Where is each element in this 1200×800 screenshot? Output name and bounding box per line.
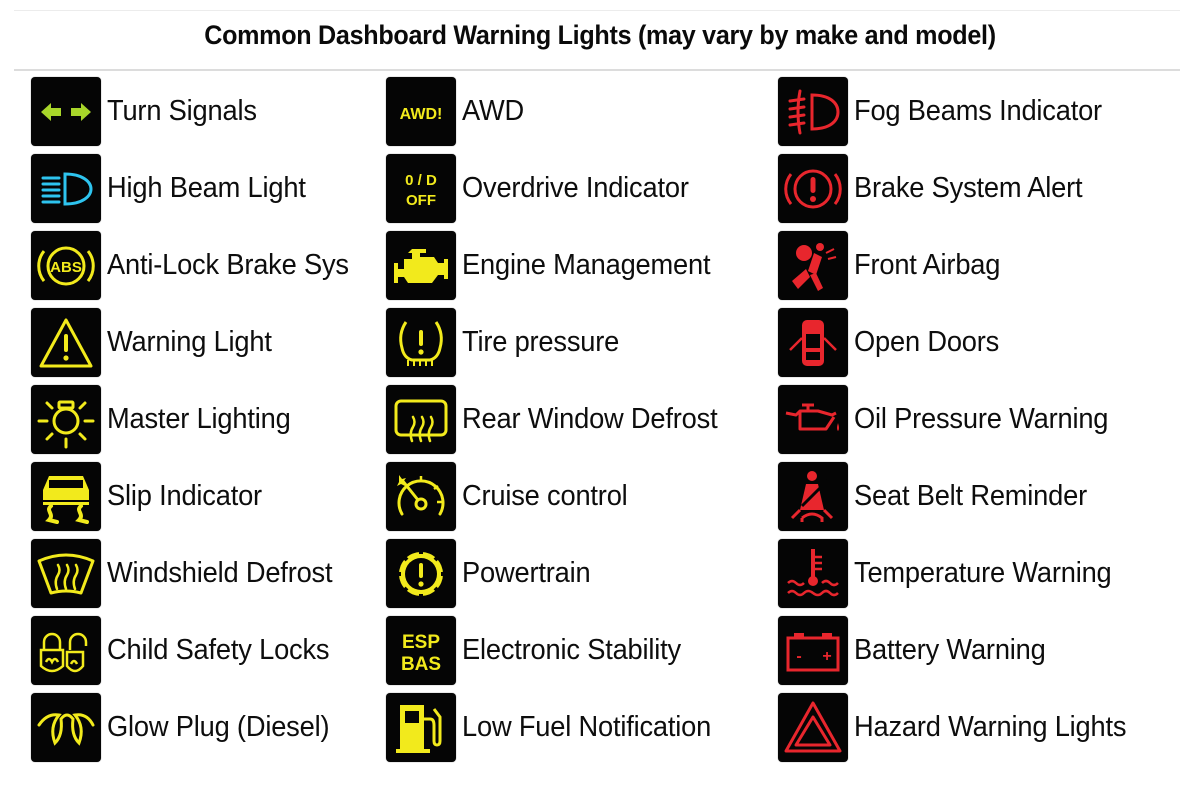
page-title: Common Dashboard Warning Lights (may var… bbox=[204, 20, 996, 50]
oil-pressure-icon bbox=[778, 385, 848, 454]
warning-light-label: Warning Light bbox=[107, 326, 272, 358]
warning-light-item: Brake System Alert bbox=[778, 154, 1097, 223]
warning-light-label: Master Lighting bbox=[107, 403, 291, 435]
slip-indicator-icon bbox=[31, 462, 101, 531]
warning-light-item: Engine Management bbox=[386, 231, 726, 300]
title-divider bbox=[14, 69, 1180, 71]
cruise-control-icon bbox=[386, 462, 456, 531]
warning-light-label: Cruise control bbox=[462, 480, 628, 512]
child-safety-locks-icon bbox=[31, 616, 101, 685]
warning-light-label: Anti-Lock Brake Sys bbox=[107, 249, 349, 281]
warning-light-item: Seat Belt Reminder bbox=[778, 462, 1102, 531]
warning-light-label: Oil Pressure Warning bbox=[854, 403, 1109, 435]
warning-light-item: Temperature Warning bbox=[778, 539, 1128, 608]
svg-text:AWD!: AWD! bbox=[400, 106, 443, 123]
warning-light-label: Fog Beams Indicator bbox=[854, 95, 1102, 127]
warning-light-item: Slip Indicator bbox=[31, 462, 272, 531]
warning-light-label: Hazard Warning Lights bbox=[854, 711, 1127, 743]
low-fuel-icon bbox=[386, 693, 456, 762]
warning-light-label: Seat Belt Reminder bbox=[854, 480, 1087, 512]
warning-light-item: - + Battery Warning bbox=[778, 616, 1058, 685]
warning-light-label: Battery Warning bbox=[854, 634, 1046, 666]
seat-belt-icon bbox=[778, 462, 848, 531]
warning-light-item: Cruise control bbox=[386, 462, 638, 531]
airbag-icon bbox=[778, 231, 848, 300]
warning-light-label: Child Safety Locks bbox=[107, 634, 330, 666]
svg-text:ABS: ABS bbox=[50, 259, 82, 276]
warning-light-label: High Beam Light bbox=[107, 172, 306, 204]
svg-text:-: - bbox=[796, 648, 801, 665]
powertrain-icon bbox=[386, 539, 456, 608]
warning-light-item: Low Fuel Notification bbox=[386, 693, 727, 762]
warning-light-item: Powertrain bbox=[386, 539, 599, 608]
engine-icon bbox=[386, 231, 456, 300]
warning-light-label: Turn Signals bbox=[107, 95, 257, 127]
warning-light-item: High Beam Light bbox=[31, 154, 318, 223]
awd-icon: AWD! bbox=[386, 77, 456, 146]
overdrive-off-icon: 0 / D OFF bbox=[386, 154, 456, 223]
warning-light-item: 0 / D OFF Overdrive Indicator bbox=[386, 154, 703, 223]
svg-text:+: + bbox=[822, 648, 831, 665]
warning-light-label: Windshield Defrost bbox=[107, 557, 333, 589]
warning-light-label: Overdrive Indicator bbox=[462, 172, 689, 204]
warning-light-item: Warning Light bbox=[31, 308, 282, 377]
warning-light-label: Low Fuel Notification bbox=[462, 711, 712, 743]
warning-light-label: AWD bbox=[462, 95, 525, 127]
esp-bas-icon: ESP BAS bbox=[386, 616, 456, 685]
warning-light-label: Powertrain bbox=[462, 557, 591, 589]
battery-icon: - + bbox=[778, 616, 848, 685]
svg-text:BAS: BAS bbox=[401, 654, 441, 675]
svg-text:0 / D: 0 / D bbox=[405, 172, 437, 189]
warning-light-item: Glow Plug (Diesel) bbox=[31, 693, 344, 762]
warning-light-label: Engine Management bbox=[462, 249, 711, 281]
warning-light-label: Tire pressure bbox=[462, 326, 620, 358]
fog-beams-icon bbox=[778, 77, 848, 146]
svg-text:OFF: OFF bbox=[406, 192, 436, 209]
warning-light-label: Slip Indicator bbox=[107, 480, 262, 512]
warning-light-label: Brake System Alert bbox=[854, 172, 1083, 204]
top-rule bbox=[14, 10, 1180, 11]
master-lighting-icon bbox=[31, 385, 101, 454]
warning-light-item: Tire pressure bbox=[386, 308, 629, 377]
rear-window-defrost-icon bbox=[386, 385, 456, 454]
warning-light-item: Fog Beams Indicator bbox=[778, 77, 1118, 146]
warning-light-label: Rear Window Defrost bbox=[462, 403, 718, 435]
warning-light-item: Turn Signals bbox=[31, 77, 266, 146]
windshield-defrost-icon bbox=[31, 539, 101, 608]
warning-light-item: Child Safety Locks bbox=[31, 616, 344, 685]
warning-light-label: Open Doors bbox=[854, 326, 1000, 358]
warning-light-item: AWD! AWD bbox=[386, 77, 528, 146]
high-beam-icon bbox=[31, 154, 101, 223]
warning-light-label: Glow Plug (Diesel) bbox=[107, 711, 330, 743]
warning-light-item: ESP BAS Electronic Stability bbox=[386, 616, 695, 685]
warning-light-label: Temperature Warning bbox=[854, 557, 1112, 589]
warning-light-item: Master Lighting bbox=[31, 385, 302, 454]
warning-light-label: Electronic Stability bbox=[462, 634, 681, 666]
abs-icon: ABS bbox=[31, 231, 101, 300]
warning-light-item: Rear Window Defrost bbox=[386, 385, 734, 454]
warning-light-item: Front Airbag bbox=[778, 231, 1010, 300]
glow-plug-icon bbox=[31, 693, 101, 762]
turn-signals-icon bbox=[31, 77, 101, 146]
warning-light-item: Windshield Defrost bbox=[31, 539, 347, 608]
warning-light-item: Oil Pressure Warning bbox=[778, 385, 1125, 454]
temperature-icon bbox=[778, 539, 848, 608]
warning-triangle-icon bbox=[31, 308, 101, 377]
tire-pressure-icon bbox=[386, 308, 456, 377]
open-doors-icon bbox=[778, 308, 848, 377]
hazard-icon bbox=[778, 693, 848, 762]
warning-light-item: ABS Anti-Lock Brake Sys bbox=[31, 231, 364, 300]
svg-text:ESP: ESP bbox=[402, 632, 440, 653]
warning-light-label: Front Airbag bbox=[854, 249, 1001, 281]
warning-light-item: Hazard Warning Lights bbox=[778, 693, 1144, 762]
brake-system-icon bbox=[778, 154, 848, 223]
warning-light-item: Open Doors bbox=[778, 308, 1008, 377]
